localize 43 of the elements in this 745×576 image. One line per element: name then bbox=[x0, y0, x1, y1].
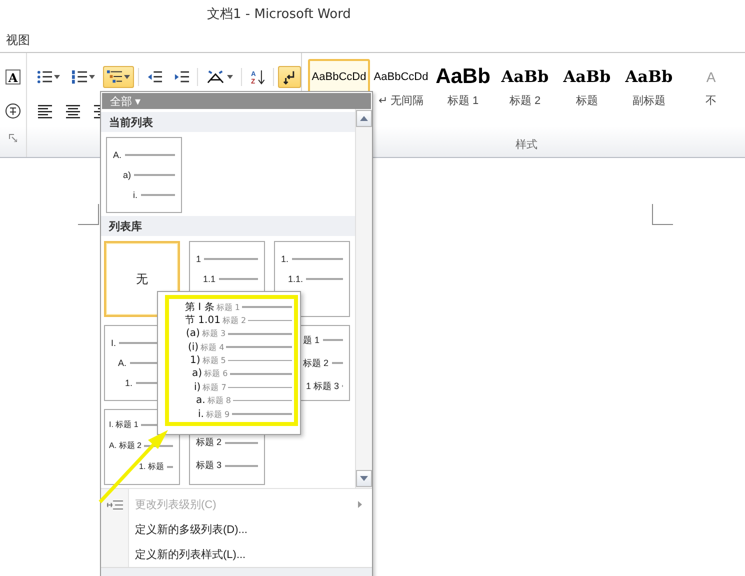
text-layout-icon bbox=[206, 69, 225, 85]
section-header: 列表库 bbox=[101, 216, 355, 236]
list-style-option[interactable]: 无 bbox=[104, 241, 180, 317]
down-arrow-icon bbox=[360, 476, 368, 481]
style-item[interactable]: A 不 bbox=[680, 59, 742, 119]
margin-corner-mark bbox=[78, 204, 99, 225]
paragraph-mark-icon bbox=[282, 69, 297, 85]
menu-item[interactable]: 视图 bbox=[4, 32, 32, 48]
increase-indent-icon bbox=[174, 69, 189, 85]
style-item[interactable]: AaBb 标题 2 bbox=[494, 59, 556, 119]
margin-corner-mark bbox=[652, 204, 673, 225]
menu-item[interactable]: 定义新的列表样式(L)... bbox=[101, 542, 372, 567]
scroll-up-button[interactable] bbox=[356, 110, 372, 127]
decrease-indent-icon bbox=[146, 69, 162, 85]
list-thumbnail[interactable]: A. a) i. bbox=[106, 137, 182, 213]
style-item[interactable]: AaBbCcDd ↵ 无间隔 bbox=[370, 59, 432, 119]
up-arrow-icon bbox=[360, 116, 368, 121]
style-item[interactable]: AaBb 标题 bbox=[556, 59, 618, 119]
resize-grip-bar[interactable] bbox=[101, 567, 372, 576]
multilevel-list-icon bbox=[106, 69, 122, 85]
caret-icon bbox=[54, 75, 60, 79]
align-left-icon bbox=[37, 103, 53, 119]
caret-icon bbox=[89, 75, 95, 79]
enclosed-character-icon bbox=[5, 103, 21, 119]
bullet-list-icon bbox=[37, 69, 52, 85]
scroll-down-button[interactable] bbox=[356, 470, 372, 487]
dialog-launcher-icon bbox=[9, 134, 17, 142]
window-title: 文档1 - Microsoft Word bbox=[207, 6, 351, 23]
style-item[interactable]: AaBb 副标题 bbox=[618, 59, 680, 119]
menu-item[interactable]: 定义新的多级列表(D)... bbox=[101, 517, 372, 542]
multilevel-button[interactable] bbox=[102, 66, 134, 88]
font-color-button[interactable]: A bbox=[1, 66, 25, 88]
style-item[interactable]: AaBb 标题 1 bbox=[432, 59, 494, 119]
caret-icon bbox=[226, 75, 233, 79]
align-center-icon bbox=[65, 103, 81, 119]
caret-icon bbox=[124, 75, 130, 79]
numbered-list-icon bbox=[72, 69, 88, 85]
preview-line: 节 1.01 标题 2 bbox=[185, 314, 292, 326]
group-label: 样式 bbox=[516, 137, 538, 152]
show-marks-button[interactable] bbox=[278, 66, 301, 88]
section-header: 当前列表 bbox=[101, 112, 355, 132]
font-icon: A bbox=[5, 69, 21, 85]
list-level-icon bbox=[107, 498, 123, 510]
